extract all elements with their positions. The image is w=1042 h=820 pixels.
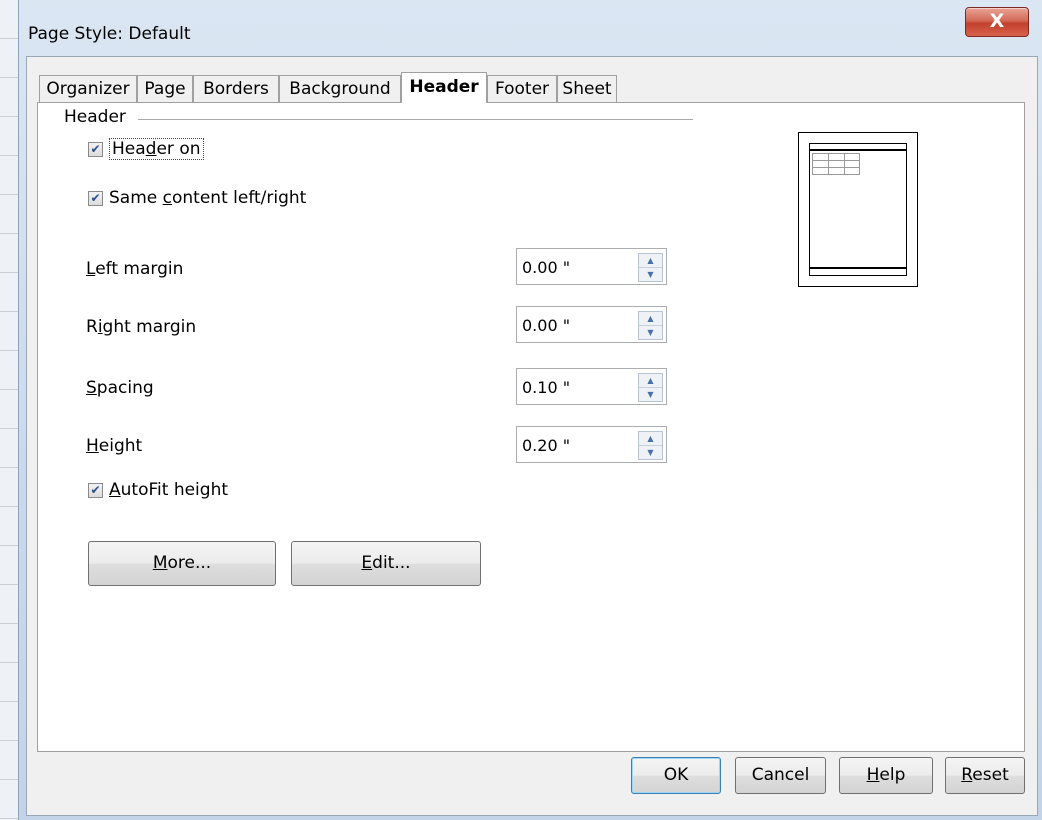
spin-up-icon[interactable]: ▲ [639,312,662,326]
section-divider [138,119,693,120]
right-margin-spinbox[interactable]: 0.00 " ▲ ▼ [516,306,667,343]
same-content-label: Same content left/right [109,188,307,208]
preview-page [809,143,907,276]
check-icon[interactable]: ✔ [88,190,103,206]
spin-buttons: ▲ ▼ [638,431,663,460]
spacing-value[interactable]: 0.10 " [522,378,570,397]
preview-header-line [810,149,906,151]
check-icon[interactable]: ✔ [88,141,103,157]
right-margin-value[interactable]: 0.00 " [522,316,570,335]
section-title-header: Header [64,107,132,127]
ok-button[interactable]: OK [631,757,721,794]
help-button[interactable]: Help [839,757,933,794]
close-button[interactable]: X [965,7,1029,37]
header-on-checkbox-row[interactable]: ✔ Header on [88,138,204,160]
spin-down-icon[interactable]: ▼ [639,446,662,459]
spin-down-icon[interactable]: ▼ [639,326,662,339]
spin-up-icon[interactable]: ▲ [639,432,662,446]
background-spreadsheet-strip [0,0,19,820]
spacing-spinbox[interactable]: 0.10 " ▲ ▼ [516,368,667,405]
spin-up-icon[interactable]: ▲ [639,254,662,268]
tab-borders[interactable]: Borders [193,75,279,102]
dialog-title: Page Style: Default [28,24,191,44]
tab-organizer[interactable]: Organizer [39,75,137,102]
reset-button[interactable]: Reset [945,757,1025,794]
tab-background[interactable]: Background [279,75,401,102]
autofit-height-label: AutoFit height [109,480,229,500]
same-content-checkbox-row[interactable]: ✔ Same content left/right [88,188,306,208]
left-margin-label: Left margin [86,259,184,279]
autofit-height-checkbox-row[interactable]: ✔ AutoFit height [88,480,228,500]
spin-buttons: ▲ ▼ [638,311,663,340]
preview-footer-line [810,267,906,269]
close-icon: X [989,10,1005,32]
spacing-label: Spacing [86,378,154,398]
header-on-label: Header on [109,138,204,160]
check-icon[interactable]: ✔ [88,482,103,498]
page-preview [798,132,918,287]
height-label: Height [86,436,143,456]
spin-down-icon[interactable]: ▼ [639,388,662,401]
height-value[interactable]: 0.20 " [522,436,570,455]
spin-down-icon[interactable]: ▼ [639,268,662,281]
header-tab-panel: Header ✔ Header on ✔ Same content left/r… [37,102,1025,752]
height-spinbox[interactable]: 0.20 " ▲ ▼ [516,426,667,463]
edit-button[interactable]: Edit... [291,541,481,586]
tab-sheet[interactable]: Sheet [557,75,617,102]
spin-up-icon[interactable]: ▲ [639,374,662,388]
tab-footer[interactable]: Footer [487,75,557,102]
cancel-button[interactable]: Cancel [735,757,826,794]
spin-buttons: ▲ ▼ [638,373,663,402]
left-margin-spinbox[interactable]: 0.00 " ▲ ▼ [516,248,667,285]
dialog-body: Organizer Page Borders Background Header… [26,56,1038,816]
more-button[interactable]: More... [88,541,276,586]
tab-header[interactable]: Header [401,72,487,103]
left-margin-value[interactable]: 0.00 " [522,258,570,277]
right-margin-label: Right margin [86,317,197,337]
spin-buttons: ▲ ▼ [638,253,663,282]
tab-page[interactable]: Page [137,75,193,102]
preview-cell-grid [812,153,860,175]
